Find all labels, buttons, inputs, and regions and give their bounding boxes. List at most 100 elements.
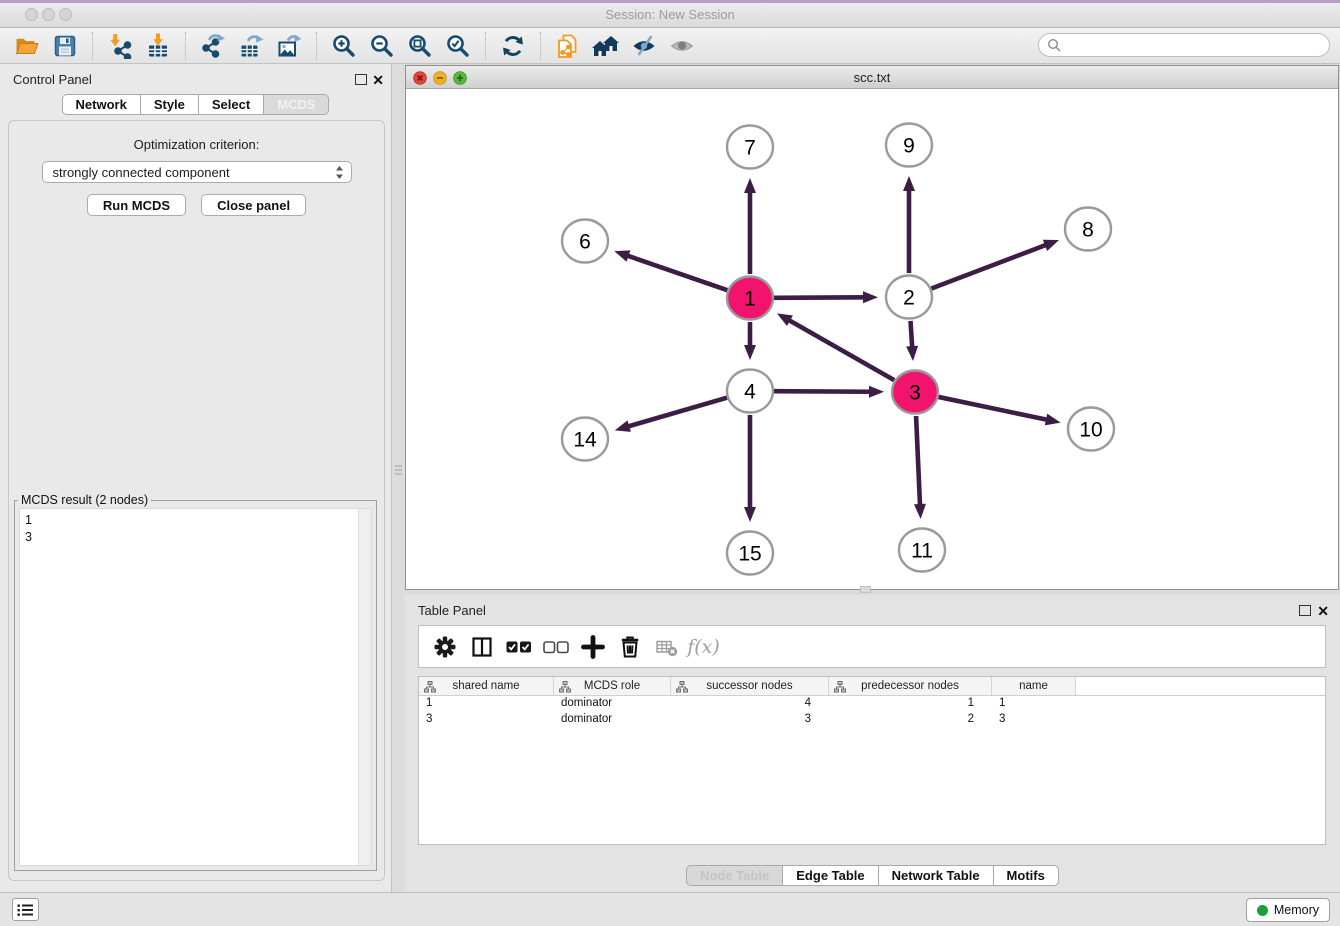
column-label: name bbox=[1019, 680, 1048, 692]
criterion-value: strongly connected component bbox=[53, 165, 230, 180]
window-title: Session: New Session bbox=[0, 7, 1340, 22]
delete-table-button[interactable] bbox=[648, 629, 685, 665]
close-panel-icon[interactable]: ✕ bbox=[372, 72, 384, 89]
column-label: predecessor nodes bbox=[861, 680, 959, 692]
column-type-icon bbox=[559, 681, 571, 693]
save-session-button[interactable] bbox=[46, 30, 84, 62]
column-header-successor-nodes[interactable]: successor nodes bbox=[671, 677, 829, 695]
column-header-shared-name[interactable]: shared name bbox=[419, 677, 554, 695]
network-canvas[interactable]: 7968124314101511 bbox=[406, 89, 1338, 589]
zoom-selected-button[interactable] bbox=[439, 30, 477, 62]
apply-layout-button[interactable] bbox=[494, 30, 532, 62]
edge-arrowhead bbox=[744, 345, 756, 360]
table-cell[interactable]: 3 bbox=[419, 712, 554, 728]
open-session-button[interactable] bbox=[8, 30, 46, 62]
result-scrollbar[interactable] bbox=[358, 509, 371, 865]
column-type-icon bbox=[834, 681, 846, 693]
tab-motifs[interactable]: Motifs bbox=[994, 865, 1059, 886]
application-window: Session: New Session bbox=[0, 0, 1340, 926]
table-cell[interactable]: dominator bbox=[554, 712, 671, 728]
table-settings-button[interactable] bbox=[426, 629, 463, 665]
toolbar-separator bbox=[316, 32, 317, 60]
gear-icon bbox=[432, 634, 458, 660]
delete-column-button[interactable] bbox=[611, 629, 648, 665]
table-panel-header: Table Panel ✕ bbox=[405, 595, 1340, 625]
toolbar-separator bbox=[185, 32, 186, 60]
graph-edge-4-14[interactable] bbox=[626, 398, 727, 427]
column-header-predecessor-nodes[interactable]: predecessor nodes bbox=[829, 677, 992, 695]
table-cell[interactable]: 3 bbox=[992, 712, 1076, 728]
export-network-button[interactable] bbox=[194, 30, 232, 62]
graph-edge-4-3[interactable] bbox=[774, 391, 872, 392]
column-header-MCDS-role[interactable]: MCDS role bbox=[554, 677, 671, 695]
table-cell[interactable]: 3 bbox=[671, 712, 829, 728]
control-panel-header: Control Panel ✕ bbox=[0, 64, 391, 94]
memory-label: Memory bbox=[1274, 903, 1319, 917]
tab-node-table[interactable]: Node Table bbox=[686, 865, 783, 886]
import-table-icon bbox=[145, 33, 171, 59]
tab-select[interactable]: Select bbox=[199, 94, 264, 115]
float-panel-icon[interactable] bbox=[355, 74, 367, 85]
column-header-name[interactable]: name bbox=[992, 677, 1076, 695]
table-cell[interactable]: 4 bbox=[671, 696, 829, 712]
zoom-out-button[interactable] bbox=[363, 30, 401, 62]
show-column-panel-button[interactable] bbox=[463, 629, 500, 665]
criterion-select[interactable]: strongly connected component bbox=[42, 161, 352, 183]
eye-icon bbox=[669, 33, 695, 59]
mcds-tab-content: Optimization criterion: strongly connect… bbox=[8, 120, 385, 881]
edge-arrowhead bbox=[869, 386, 884, 398]
table-cell[interactable]: 2 bbox=[829, 712, 992, 728]
tab-style[interactable]: Style bbox=[141, 94, 199, 115]
table-cell[interactable]: 1 bbox=[829, 696, 992, 712]
graph-edge-2-3[interactable] bbox=[911, 321, 913, 349]
edge-arrowhead bbox=[777, 313, 793, 326]
export-image-button[interactable] bbox=[270, 30, 308, 62]
table-cell[interactable]: dominator bbox=[554, 696, 671, 712]
close-panel-icon[interactable]: ✕ bbox=[1317, 603, 1329, 620]
graph-edge-3-10[interactable] bbox=[938, 397, 1048, 420]
run-mcds-button[interactable]: Run MCDS bbox=[87, 194, 186, 216]
function-builder-button[interactable]: f(x) bbox=[685, 629, 722, 665]
close-panel-button[interactable]: Close panel bbox=[201, 194, 306, 216]
node-label: 11 bbox=[911, 540, 933, 563]
search-input[interactable] bbox=[1066, 38, 1316, 52]
graph-edge-1-2[interactable] bbox=[774, 297, 866, 298]
import-table-button[interactable] bbox=[139, 30, 177, 62]
graph-edge-2-8[interactable] bbox=[931, 244, 1047, 288]
search-field[interactable] bbox=[1038, 33, 1330, 57]
export-table-button[interactable] bbox=[232, 30, 270, 62]
table-row[interactable]: 1dominator411 bbox=[419, 696, 1325, 712]
zoom-out-icon bbox=[369, 33, 395, 59]
panel-splitter-handle[interactable] bbox=[394, 463, 403, 483]
graph-edge-3-11[interactable] bbox=[916, 416, 920, 507]
mcds-result-area[interactable]: 13 bbox=[19, 508, 372, 866]
show-panel-button[interactable] bbox=[663, 30, 701, 62]
horizontal-splitter-handle[interactable] bbox=[860, 586, 871, 593]
tab-edge-table[interactable]: Edge Table bbox=[783, 865, 878, 886]
select-all-columns-button[interactable] bbox=[500, 629, 537, 665]
node-label: 2 bbox=[903, 287, 915, 310]
node-label: 15 bbox=[738, 543, 761, 566]
memory-button[interactable]: Memory bbox=[1246, 898, 1330, 922]
column-type-icon bbox=[424, 681, 436, 693]
show-all-networks-button[interactable] bbox=[587, 30, 625, 62]
task-history-button[interactable] bbox=[12, 898, 39, 921]
edge-arrowhead bbox=[614, 250, 630, 261]
table-cell[interactable]: 1 bbox=[419, 696, 554, 712]
zoom-fit-button[interactable] bbox=[401, 30, 439, 62]
float-panel-icon[interactable] bbox=[1299, 605, 1311, 616]
tab-network-table[interactable]: Network Table bbox=[879, 865, 994, 886]
clone-network-button[interactable] bbox=[549, 30, 587, 62]
graph-edge-1-6[interactable] bbox=[626, 255, 728, 290]
eye-slash-icon bbox=[631, 33, 657, 59]
import-network-button[interactable] bbox=[101, 30, 139, 62]
table-cell[interactable]: 1 bbox=[992, 696, 1076, 712]
hide-panel-button[interactable] bbox=[625, 30, 663, 62]
table-row[interactable]: 3dominator323 bbox=[419, 712, 1325, 728]
create-column-button[interactable] bbox=[574, 629, 611, 665]
unselect-all-columns-button[interactable] bbox=[537, 629, 574, 665]
zoom-in-button[interactable] bbox=[325, 30, 363, 62]
graph-edge-3-1[interactable] bbox=[787, 319, 894, 380]
tab-mcds[interactable]: MCDS bbox=[264, 94, 329, 115]
tab-network[interactable]: Network bbox=[62, 94, 141, 115]
